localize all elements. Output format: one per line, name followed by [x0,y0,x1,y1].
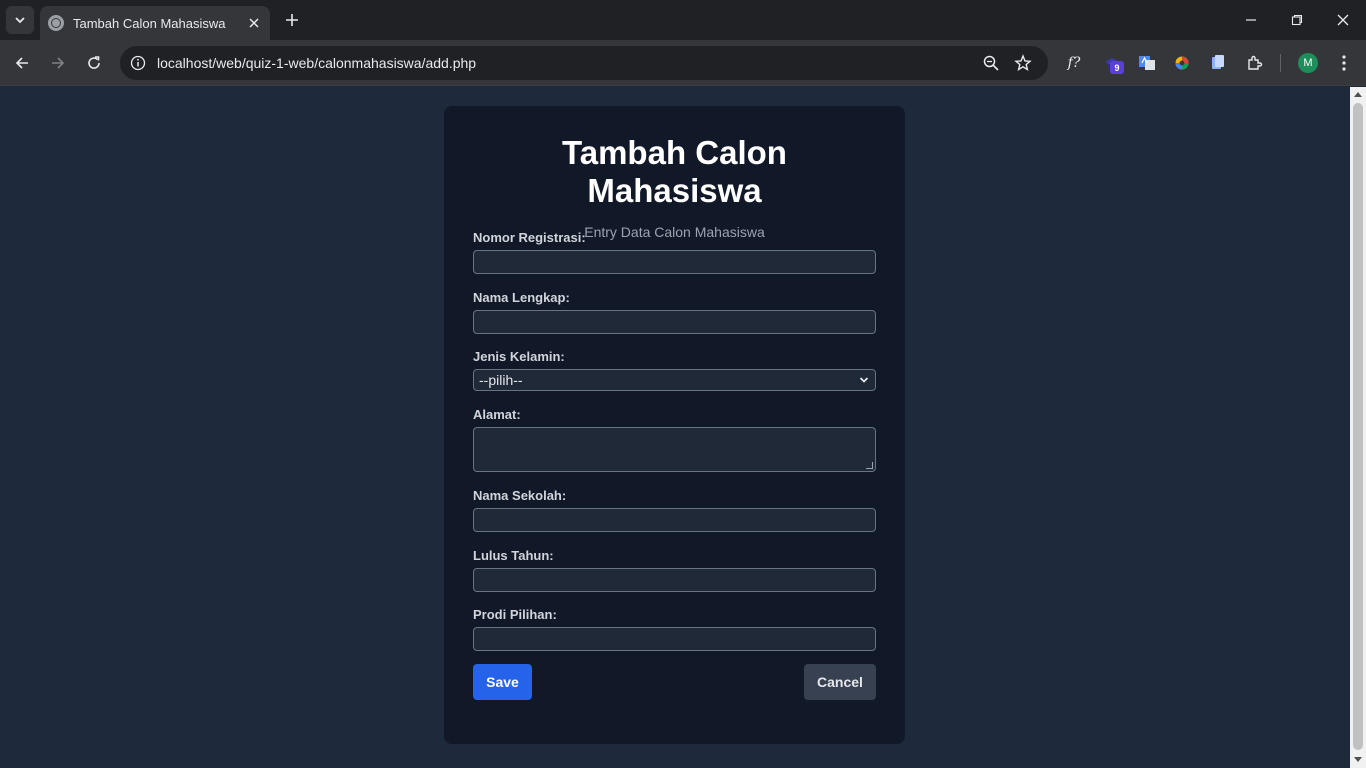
page-title: Tambah Calon Mahasiswa [562,134,787,209]
chevron-down-icon [15,17,25,24]
close-window-button[interactable] [1331,8,1355,32]
nama-lengkap-label: Nama Lengkap: [473,290,570,305]
close-tab-icon[interactable] [246,15,262,31]
nama-sekolah-label: Nama Sekolah: [473,488,567,503]
more-vert-icon [1342,55,1346,71]
chevron-down-icon [859,377,869,383]
prodi-pilihan-input[interactable] [473,627,876,651]
jenis-kelamin-group: Jenis Kelamin: --pilih-- [473,349,876,391]
alamat-textarea[interactable] [473,427,876,472]
nama-sekolah-group: Nama Sekolah: [473,488,876,532]
page-scrollbar[interactable] [1350,87,1366,768]
formula-extension-icon[interactable]: f? [1063,52,1085,74]
jenis-kelamin-select[interactable]: --pilih-- [473,369,876,391]
arrow-right-icon [52,57,65,69]
extension-badge-count: 9 [1110,61,1124,74]
lulus-tahun-group: Lulus Tahun: [473,548,876,592]
alamat-label: Alamat: [473,407,521,422]
color-picker-icon[interactable] [1171,52,1193,74]
save-button[interactable]: Save [473,664,532,700]
reload-button[interactable] [82,51,106,75]
url-text[interactable]: localhost/web/quiz-1-web/calonmahasiswa/… [157,55,476,71]
prodi-pilihan-group: Prodi Pilihan: [473,607,876,651]
lulus-tahun-input[interactable] [473,568,876,592]
extensions-puzzle-icon[interactable] [1244,52,1266,74]
browser-menu-button[interactable] [1334,52,1354,74]
resize-grip-icon[interactable] [866,462,873,469]
browser-tab[interactable]: Tambah Calon Mahasiswa [40,6,270,40]
close-icon [1337,14,1349,26]
page-body: Tambah Calon Mahasiswa Entry Data Calon … [0,87,1350,768]
prodi-pilihan-label: Prodi Pilihan: [473,607,557,622]
tab-strip: Tambah Calon Mahasiswa [0,0,1366,40]
minimize-icon [1246,19,1256,21]
reload-icon [88,56,100,69]
tab-title: Tambah Calon Mahasiswa [73,15,226,31]
back-button[interactable] [10,51,34,75]
nama-sekolah-input[interactable] [473,508,876,532]
nomor-registrasi-label: Nomor Registrasi: [473,230,586,245]
site-info-icon[interactable] [129,54,147,72]
address-bar[interactable]: localhost/web/quiz-1-web/calonmahasiswa/… [120,46,1048,80]
bookmark-star-icon[interactable] [1014,54,1032,72]
plus-icon [286,14,298,26]
toolbar-divider [1280,54,1281,72]
scroll-down-icon[interactable] [1354,757,1362,762]
scroll-up-icon[interactable] [1354,92,1362,97]
profile-avatar[interactable]: M [1298,53,1318,73]
cancel-button[interactable]: Cancel [804,664,876,700]
document-icon[interactable] [1207,52,1229,74]
scrollbar-thumb[interactable] [1353,103,1363,750]
form-card: Tambah Calon Mahasiswa Entry Data Calon … [444,106,905,744]
alamat-group: Alamat: [473,407,876,472]
tab-search-button[interactable] [6,6,34,34]
forward-button[interactable] [46,51,70,75]
browser-toolbar: localhost/web/quiz-1-web/calonmahasiswa/… [0,40,1366,86]
restore-button[interactable] [1285,8,1309,32]
minimize-button[interactable] [1239,8,1263,32]
restore-icon [1291,14,1303,26]
translate-icon[interactable] [1136,52,1158,74]
zoom-icon[interactable] [982,54,1000,72]
nomor-registrasi-input[interactable] [473,250,876,274]
arrow-left-icon [15,57,28,69]
jenis-kelamin-label: Jenis Kelamin: [473,349,565,364]
nama-lengkap-input[interactable] [473,310,876,334]
globe-icon [48,15,64,31]
nomor-registrasi-group: Nomor Registrasi: [473,230,876,274]
nama-lengkap-group: Nama Lengkap: [473,290,876,334]
new-tab-button[interactable] [282,10,302,30]
lulus-tahun-label: Lulus Tahun: [473,548,554,563]
extension-badge-icon[interactable]: 9 [1101,52,1124,74]
jenis-kelamin-selected: --pilih-- [479,372,523,388]
